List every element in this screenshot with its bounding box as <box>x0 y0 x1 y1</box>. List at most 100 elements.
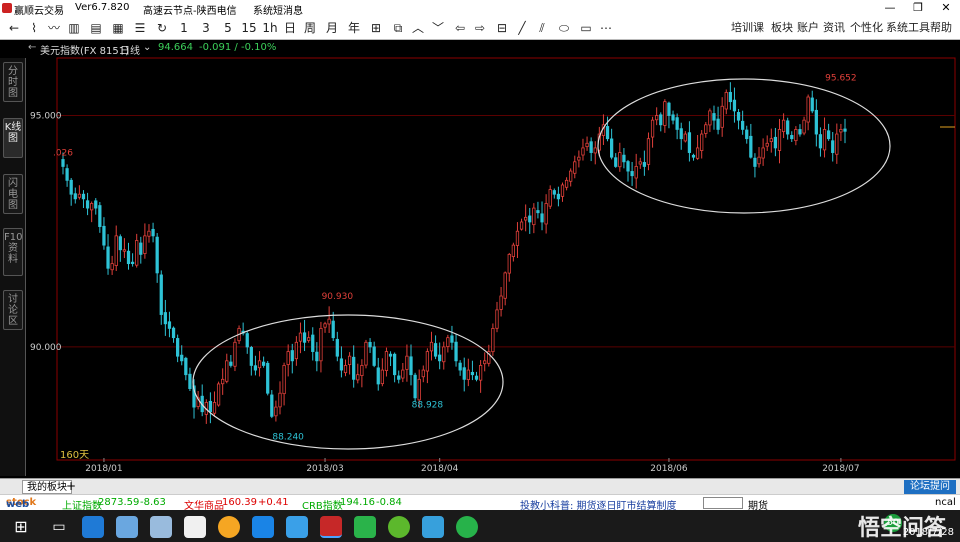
video-player-icon[interactable] <box>422 516 444 538</box>
refresh-icon[interactable]: ↻ <box>154 19 170 37</box>
candle-body <box>130 261 135 265</box>
candle-body <box>356 374 360 381</box>
candle-body <box>761 147 765 159</box>
mail-icon[interactable] <box>184 516 206 538</box>
wechat-icon[interactable] <box>354 516 376 538</box>
candle-body <box>159 274 163 315</box>
layout-icon[interactable]: ⊞ <box>368 19 384 37</box>
menu-system-tools[interactable]: 系统工具 <box>886 20 930 36</box>
period-month-button[interactable]: 月 <box>324 19 340 37</box>
k-app-icon[interactable] <box>252 516 274 538</box>
draw-ellipse-icon[interactable]: ⬭ <box>556 19 572 37</box>
period-day-button[interactable]: 日 <box>282 19 298 37</box>
period-5min-button[interactable]: 5 <box>220 19 236 37</box>
zoom-out-icon[interactable]: ⊟ <box>494 19 510 37</box>
x-tick-label: 2018/03 <box>306 464 343 474</box>
windows-start-icon[interactable]: ⊞ <box>10 516 32 538</box>
candle-body <box>831 140 835 153</box>
uc-browser-icon[interactable] <box>218 516 240 538</box>
cloud-icon[interactable] <box>286 516 308 538</box>
close-button[interactable]: ✕ <box>932 0 960 16</box>
candle-body <box>61 159 65 167</box>
green-app-icon[interactable] <box>456 516 478 538</box>
line-chart-icon[interactable]: ⌇ <box>26 19 42 37</box>
period-15min-button[interactable]: 15 <box>240 19 258 37</box>
period-week-button[interactable]: 周 <box>302 19 318 37</box>
candle-body <box>781 119 786 132</box>
collapse-icon[interactable]: ← <box>28 42 36 53</box>
bar-chart-icon[interactable]: ▤ <box>88 19 104 37</box>
tab-kline[interactable]: K线图 <box>3 118 23 158</box>
price-change: -0.091 / -0.10% <box>199 42 277 53</box>
menu-news[interactable]: 资讯 <box>823 20 845 36</box>
menu-help[interactable]: 帮助 <box>930 20 952 36</box>
task-view-icon[interactable]: ▭ <box>48 516 70 538</box>
menu-account[interactable]: 账户 <box>797 20 819 36</box>
candle-body <box>372 346 376 366</box>
candle-body <box>532 207 536 226</box>
index-wenhua-change: +0.41 <box>258 497 289 508</box>
draw-parallel-icon[interactable]: ⫽ <box>534 19 550 37</box>
candle-body <box>184 357 188 376</box>
period-year-button[interactable]: 年 <box>346 19 362 37</box>
candle-body <box>724 91 728 110</box>
candle-body <box>417 378 421 401</box>
menu-personalize[interactable]: 个性化 <box>850 20 883 36</box>
right-arrow-icon[interactable]: ⇨ <box>472 19 488 37</box>
menu-sector[interactable]: 板块 <box>771 20 793 36</box>
back-arrow-icon[interactable]: ← <box>6 19 22 37</box>
tab-tick-chart[interactable]: 闪电图 <box>3 174 23 214</box>
app-bird-icon[interactable] <box>150 516 172 538</box>
server-node[interactable]: 高速云节点-陕西电信 <box>143 2 237 17</box>
chevron-down-icon[interactable]: ⌄ <box>143 42 151 53</box>
candlestick-chart[interactable]: 95.000 90.000 2018/01 2018/03 2018/04 2018/06… <box>27 56 960 478</box>
candle-body <box>327 318 331 325</box>
candle-body <box>233 341 237 367</box>
candle-body <box>278 392 282 408</box>
list-icon[interactable]: ☰ <box>132 19 148 37</box>
minimize-button[interactable]: — <box>876 0 904 16</box>
quick-search-box[interactable] <box>703 497 743 509</box>
collapse-up-icon[interactable]: ︿ <box>410 19 426 37</box>
plus-app-icon[interactable] <box>388 516 410 538</box>
system-messages[interactable]: 系统短消息 <box>253 2 303 17</box>
tab-discussion[interactable]: 讨论区 <box>3 290 23 330</box>
candle-body <box>94 200 98 209</box>
wenhua-trading-icon[interactable] <box>320 516 342 538</box>
trend-icon[interactable]: 〰 <box>46 19 62 37</box>
candle-body <box>708 110 712 126</box>
tab-f10[interactable]: F10资料 <box>3 228 23 276</box>
candle-body <box>319 328 323 362</box>
candle-icon[interactable]: ▥ <box>66 19 82 37</box>
candle-body <box>253 365 258 371</box>
grid-icon[interactable]: ▦ <box>110 19 126 37</box>
tab-intraday[interactable]: 分时图 <box>3 62 23 102</box>
file-explorer-icon[interactable] <box>116 516 138 538</box>
candle-body <box>302 332 307 343</box>
menu-training[interactable]: 培训课 <box>731 20 764 36</box>
draw-line-icon[interactable]: ╱ <box>514 19 530 37</box>
candle-body <box>638 161 642 165</box>
candle-body <box>347 355 352 365</box>
period-3min-button[interactable]: 3 <box>198 19 214 37</box>
restore-button[interactable]: ❐ <box>904 0 932 16</box>
period-selector[interactable]: 日线 <box>120 42 140 57</box>
candle-body <box>135 240 139 266</box>
candle-body <box>843 128 847 132</box>
add-tab-button[interactable]: + <box>66 479 76 493</box>
expand-down-icon[interactable]: ﹀ <box>430 19 446 37</box>
period-1min-button[interactable]: 1 <box>176 19 192 37</box>
bottom-tab-bar: 我的板块 + 论坛提问 <box>0 478 960 494</box>
forum-question-button[interactable]: 论坛提问 <box>904 480 956 494</box>
draw-rect-icon[interactable]: ▭ <box>578 19 594 37</box>
system-clock[interactable]: 2018/7/28 <box>903 527 954 538</box>
left-arrow-icon[interactable]: ⇦ <box>452 19 468 37</box>
tab-my-board[interactable]: 我的板块 <box>22 480 72 494</box>
period-1h-button[interactable]: 1h <box>262 19 278 37</box>
compare-icon[interactable]: ⧉ <box>390 19 406 37</box>
candle-body <box>225 360 229 382</box>
candle-body <box>483 360 487 365</box>
more-icon[interactable]: ⋯ <box>598 19 614 37</box>
edge-browser-icon[interactable] <box>82 516 104 538</box>
symbol-name[interactable]: 美元指数(FX 8151) <box>40 42 129 57</box>
